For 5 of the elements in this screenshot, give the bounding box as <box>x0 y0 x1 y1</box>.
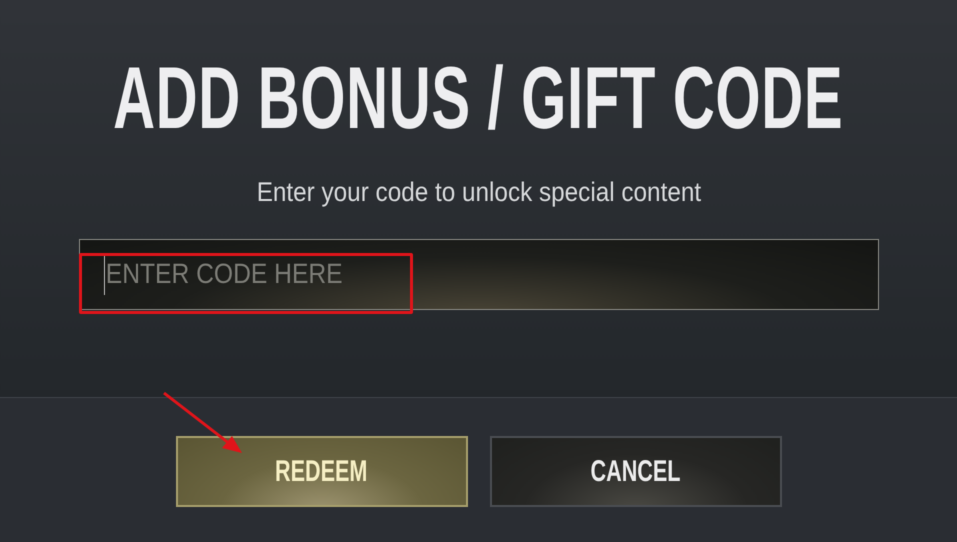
subtitle: Enter your code to unlock special content <box>256 176 701 209</box>
cancel-button[interactable]: CANCEL <box>490 436 782 507</box>
dialog-title: ADD BONUS / GIFT CODE <box>113 54 844 142</box>
code-input-field[interactable]: ENTER CODE HERE <box>78 238 878 310</box>
redeem-button[interactable]: REDEEM <box>176 436 468 507</box>
